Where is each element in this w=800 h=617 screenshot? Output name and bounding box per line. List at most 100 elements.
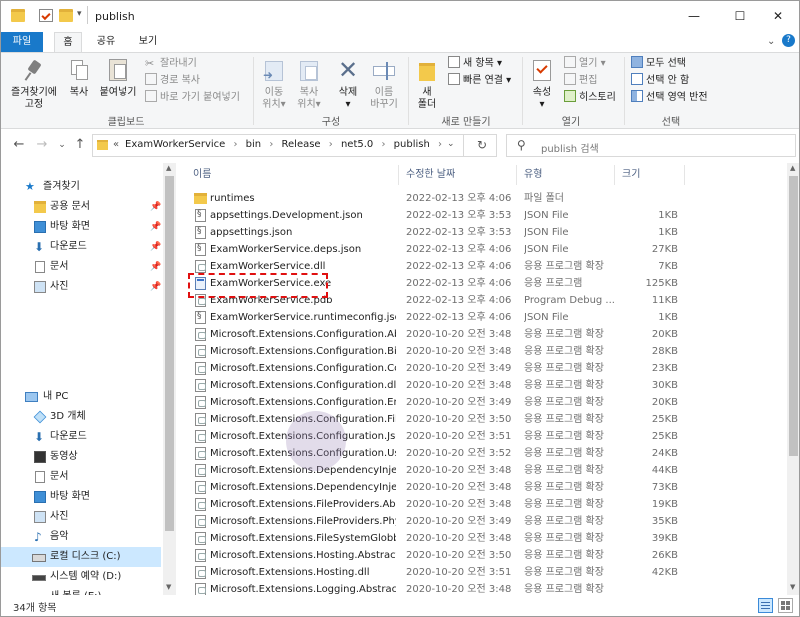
- back-button[interactable]: ←: [11, 137, 27, 153]
- delete-button[interactable]: ✕ 삭제 ▾: [333, 57, 363, 111]
- breadcrumb-chevron-icon[interactable]: ›: [329, 139, 333, 150]
- breadcrumb-chevron-icon[interactable]: ›: [438, 139, 442, 150]
- file-row[interactable]: Microsoft.Extensions.FileProviders.Abstr…: [176, 496, 776, 513]
- file-row[interactable]: appsettings.json 2022-02-13 오후 3:53 JSON F…: [176, 223, 776, 241]
- nav-item-pictures[interactable]: 사진 📌: [1, 277, 161, 297]
- paste-shortcut-button[interactable]: 바로 가기 붙여넣기: [145, 90, 240, 106]
- scroll-down-icon[interactable]: ▼: [166, 583, 171, 591]
- nav-item-downloads[interactable]: ⬇ 다운로드 📌: [1, 237, 161, 257]
- file-row[interactable]: Microsoft.Extensions.FileSystemGlobbin..…: [176, 530, 776, 547]
- nav-item-pictures[interactable]: 사진: [1, 507, 161, 527]
- file-row[interactable]: Microsoft.Extensions.Configuration.Bind.…: [176, 343, 776, 360]
- file-row[interactable]: Microsoft.Extensions.Configuration.Com..…: [176, 360, 776, 377]
- ribbon-collapse-icon[interactable]: ⌄: [767, 36, 775, 47]
- breadcrumb-overflow[interactable]: «: [113, 139, 119, 150]
- rename-button[interactable]: 이름 바꾸기: [367, 57, 401, 111]
- history-button[interactable]: 히스토리: [564, 90, 616, 106]
- scroll-down-icon[interactable]: ▼: [790, 583, 795, 591]
- search-box[interactable]: ⚲ publish 검색: [506, 134, 796, 157]
- open-button[interactable]: 열기 ▾: [564, 56, 606, 72]
- file-row[interactable]: ExamWorkerService.deps.json 2022-02-13 오후…: [176, 240, 776, 258]
- column-header-type[interactable]: 유형: [524, 163, 542, 187]
- nav-item-desktop[interactable]: 바탕 화면 📌: [1, 217, 161, 237]
- column-header-name[interactable]: 이름: [193, 163, 211, 187]
- tab-file[interactable]: 파일: [1, 32, 43, 52]
- up-button[interactable]: ↑: [72, 137, 88, 153]
- nav-item-system-reserved-d[interactable]: 시스템 예약 (D:): [1, 567, 161, 587]
- nav-this-pc[interactable]: 내 PC: [1, 387, 161, 407]
- file-row[interactable]: Microsoft.Extensions.Configuration.Json.…: [176, 428, 776, 445]
- breadcrumb-item[interactable]: publish: [394, 139, 430, 150]
- copy-to-button[interactable]: 복사 위치▾: [293, 57, 325, 111]
- invert-selection-button[interactable]: 선택 영역 반전: [631, 90, 708, 106]
- breadcrumb-chevron-icon[interactable]: ›: [233, 139, 237, 150]
- breadcrumb-chevron-icon[interactable]: ›: [381, 139, 385, 150]
- address-dropdown-icon[interactable]: ⌄: [447, 139, 455, 149]
- tab-share[interactable]: 공유: [91, 32, 121, 52]
- breadcrumb-item[interactable]: ExamWorkerService: [125, 139, 225, 150]
- easy-access-button[interactable]: 빠른 연결 ▾: [448, 73, 511, 89]
- file-row[interactable]: Microsoft.Extensions.FileProviders.Physi…: [176, 513, 776, 530]
- tab-view[interactable]: 보기: [133, 32, 163, 52]
- forward-button[interactable]: →: [34, 137, 50, 153]
- scroll-up-icon[interactable]: ▲: [166, 164, 171, 172]
- pin-to-quick-access-button[interactable]: 즐겨찾기에 고정: [9, 57, 59, 111]
- file-row[interactable]: Microsoft.Extensions.Configuration.FileE…: [176, 411, 776, 428]
- file-row[interactable]: Microsoft.Extensions.Hosting.Abstractio.…: [176, 547, 776, 564]
- nav-scroll-thumb[interactable]: [165, 176, 174, 531]
- large-icons-view-icon[interactable]: [778, 598, 793, 613]
- column-header-date[interactable]: 수정한 날짜: [406, 163, 455, 187]
- breadcrumb-chevron-icon[interactable]: ›: [269, 139, 273, 150]
- quick-access-dropdown-icon[interactable]: ▾: [77, 9, 82, 19]
- paste-button[interactable]: 붙여넣기: [96, 57, 140, 99]
- recent-locations-dropdown[interactable]: ⌄: [54, 137, 70, 153]
- file-row[interactable]: Microsoft.Extensions.Configuration.User.…: [176, 445, 776, 462]
- breadcrumb-item[interactable]: Release: [282, 139, 321, 150]
- file-row[interactable]: ExamWorkerService.runtimeconfig.json 2022…: [176, 308, 776, 326]
- file-row[interactable]: Microsoft.Extensions.DependencyInjecti..…: [176, 462, 776, 479]
- column-divider[interactable]: [398, 165, 399, 185]
- file-row[interactable]: runtimes 2022-02-13 오후 4:06 파일 폴더: [176, 190, 776, 207]
- column-divider[interactable]: [684, 165, 685, 185]
- close-button[interactable]: ✕: [755, 1, 799, 32]
- minimize-button[interactable]: —: [671, 1, 717, 32]
- copy-path-button[interactable]: 경로 복사: [145, 73, 200, 89]
- file-row[interactable]: Microsoft.Extensions.Configuration.Abst.…: [176, 326, 776, 343]
- new-folder-icon[interactable]: [59, 9, 73, 22]
- file-row[interactable]: Microsoft.Extensions.DependencyInjecti..…: [176, 479, 776, 496]
- move-to-button[interactable]: ➜ 이동 위치▾: [258, 57, 290, 111]
- help-icon[interactable]: ?: [782, 34, 795, 47]
- file-row[interactable]: Microsoft.Extensions.Hosting.dll 2020-10-…: [176, 564, 776, 581]
- details-view-icon[interactable]: [758, 598, 773, 613]
- breadcrumb-item[interactable]: net5.0: [341, 139, 373, 150]
- breadcrumb-item[interactable]: bin: [246, 139, 261, 150]
- nav-item-documents[interactable]: 문서: [1, 467, 161, 487]
- tab-home[interactable]: 홈: [54, 32, 82, 53]
- nav-item-3d-objects[interactable]: 3D 개체: [1, 407, 161, 427]
- cut-button[interactable]: ✂ 잘라내기: [145, 56, 197, 72]
- select-all-button[interactable]: 모두 선택: [631, 56, 686, 72]
- nav-item-desktop[interactable]: 바탕 화면: [1, 487, 161, 507]
- copy-button[interactable]: 복사: [64, 57, 94, 99]
- nav-item-downloads[interactable]: ⬇ 다운로드: [1, 427, 161, 447]
- scroll-up-icon[interactable]: ▲: [790, 164, 795, 172]
- column-divider[interactable]: [614, 165, 615, 185]
- nav-item-music[interactable]: ♪ 음악: [1, 527, 161, 547]
- refresh-icon[interactable]: ↻: [477, 138, 487, 152]
- nav-quick-access[interactable]: ★ 즐겨찾기: [1, 177, 161, 197]
- nav-item-public-docs[interactable]: 공용 문서 📌: [1, 197, 161, 217]
- file-row[interactable]: Microsoft.Extensions.Logging.Abstractio.…: [176, 581, 776, 595]
- file-row[interactable]: Microsoft.Extensions.Configuration.Envir…: [176, 394, 776, 411]
- new-folder-button[interactable]: 새 폴더: [413, 57, 441, 111]
- nav-item-local-disk-c[interactable]: 로컬 디스크 (C:): [1, 547, 161, 567]
- properties-icon[interactable]: [39, 9, 53, 22]
- properties-button[interactable]: 속성 ▾: [527, 57, 557, 111]
- nav-item-new-volume-e[interactable]: 새 볼륨 (E:): [1, 587, 161, 595]
- select-none-button[interactable]: 선택 안 함: [631, 73, 689, 89]
- file-list-scrollbar[interactable]: ▲ ▼: [787, 163, 799, 595]
- address-field[interactable]: « ExamWorkerService › bin › Release › ne…: [92, 134, 497, 157]
- column-divider[interactable]: [516, 165, 517, 185]
- file-list-scroll-thumb[interactable]: [789, 176, 798, 456]
- new-item-button[interactable]: 새 항목 ▾: [448, 56, 502, 72]
- nav-item-videos[interactable]: 동영상: [1, 447, 161, 467]
